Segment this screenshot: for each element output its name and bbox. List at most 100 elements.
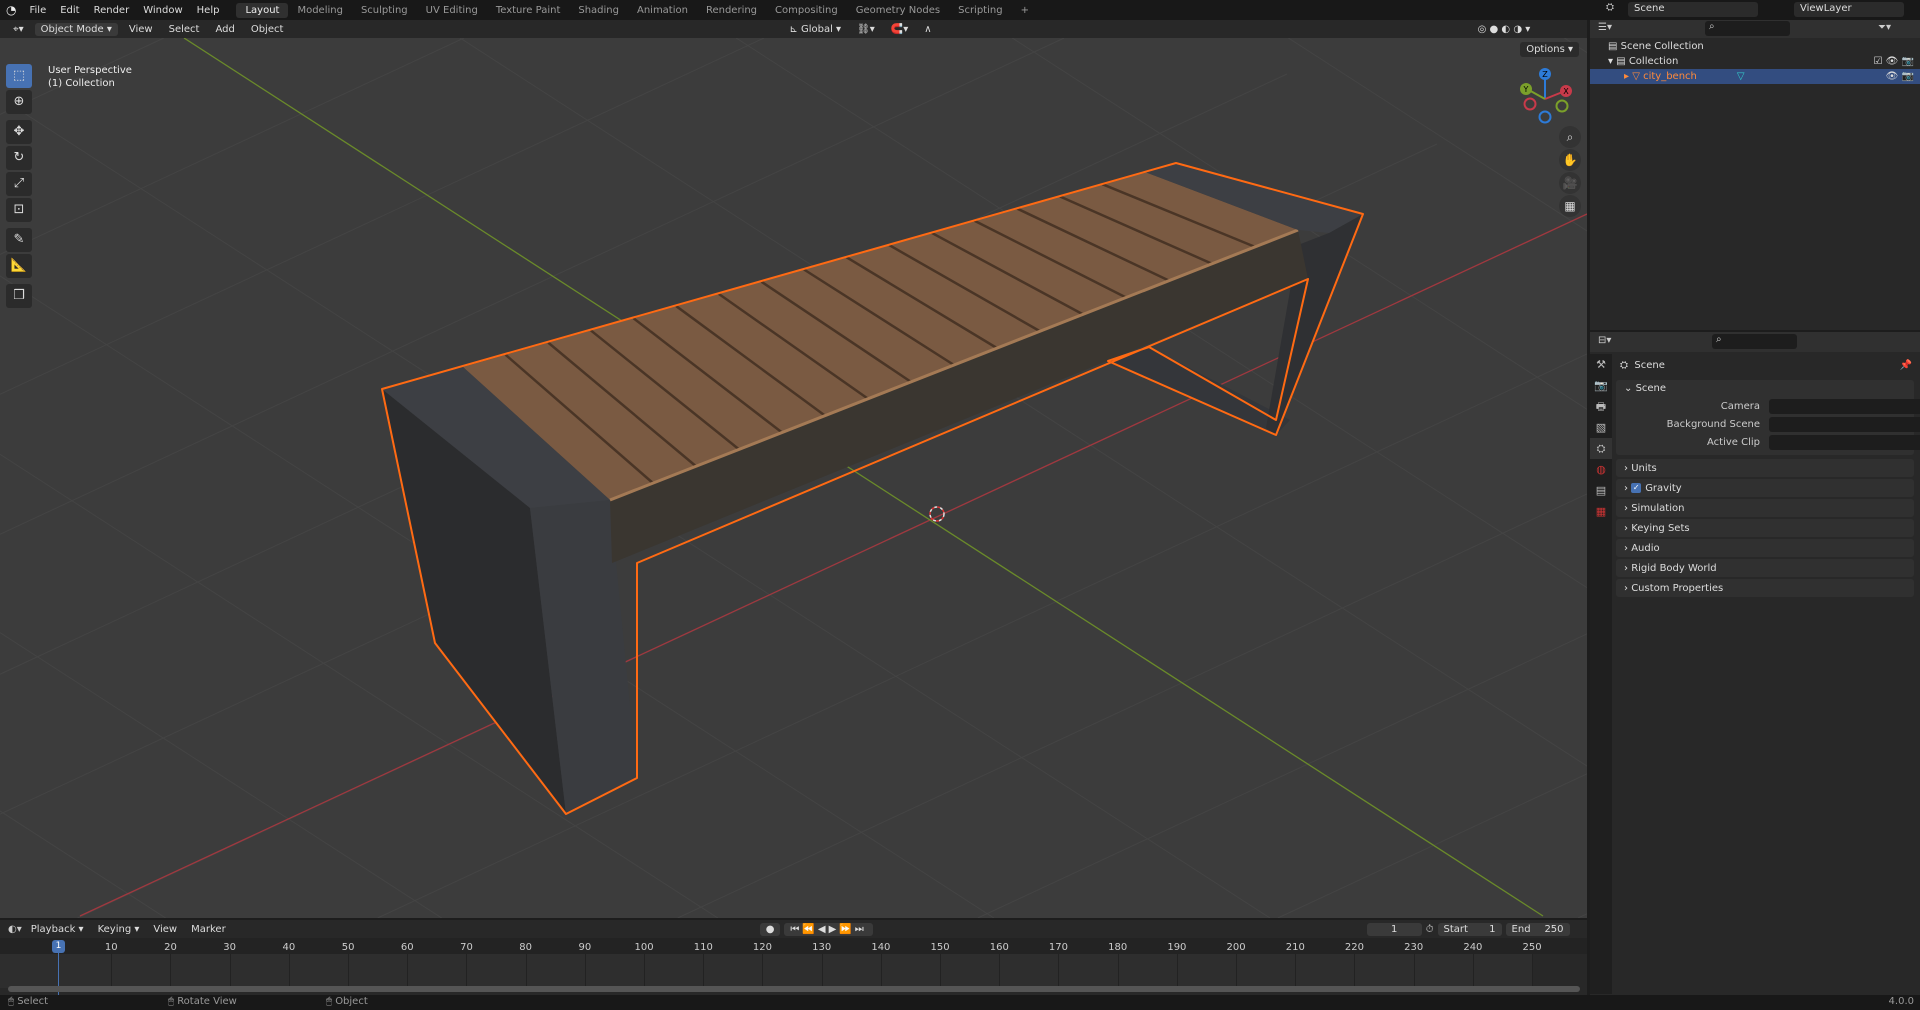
menu-render[interactable]: Render: [87, 5, 137, 16]
outliner-scene-collection[interactable]: ▤ Scene Collection: [1590, 39, 1920, 54]
end-frame-field[interactable]: End 250: [1505, 922, 1570, 936]
cursor-tool-icon[interactable]: ⊕: [6, 90, 32, 114]
transform-icon[interactable]: ⊡: [6, 198, 32, 222]
start-frame-field[interactable]: Start 1: [1437, 922, 1502, 936]
frame-gridline: [466, 954, 468, 988]
auto-keying-button[interactable]: ●: [759, 922, 781, 936]
zoom-icon[interactable]: ⌕: [1559, 126, 1581, 148]
menu-file[interactable]: File: [22, 5, 53, 16]
tab-uv-editing[interactable]: UV Editing: [417, 3, 487, 18]
outliner-collection[interactable]: ▾ ▤ Collection ☑ 👁 📷: [1590, 54, 1920, 69]
expand-icon[interactable]: ▾ ▤: [1608, 56, 1629, 67]
status-rotate: 🖱 Rotate View: [168, 996, 237, 1007]
panel-custom-properties[interactable]: › Custom Properties: [1616, 579, 1914, 597]
outliner-object-city-bench[interactable]: ▸ ▽ city_bench ▽ 👁 📷: [1590, 69, 1920, 84]
tab-shading[interactable]: Shading: [569, 3, 628, 18]
menu-playback[interactable]: Playback ▾: [26, 923, 89, 936]
filter-icon[interactable]: ⏷▾: [1878, 22, 1891, 33]
panel-rigid-body-world[interactable]: › Rigid Body World: [1616, 559, 1914, 577]
timeline-scrollbar[interactable]: [8, 986, 1580, 992]
menu-select[interactable]: Select: [164, 23, 205, 36]
proportional-icon[interactable]: ∧: [919, 23, 936, 36]
view-layer-tab-icon[interactable]: ▧: [1590, 417, 1612, 438]
frame-tick: 210: [1285, 942, 1305, 953]
menu-view[interactable]: View: [148, 923, 182, 936]
mode-dropdown[interactable]: Object Mode ▾: [34, 22, 118, 36]
navigation-gizmo[interactable]: Z X Y: [1515, 64, 1575, 124]
outliner-type-icon[interactable]: ☰▾: [1598, 22, 1612, 33]
add-cube-icon[interactable]: ❒: [6, 284, 32, 308]
stopwatch-icon[interactable]: ⏱: [1426, 924, 1434, 935]
playhead[interactable]: 1: [52, 940, 65, 953]
panel-simulation[interactable]: › Simulation: [1616, 499, 1914, 517]
tab-layout[interactable]: Layout: [236, 2, 289, 18]
pivot-icon[interactable]: ⛓▾: [852, 23, 880, 36]
menu-edit[interactable]: Edit: [53, 5, 86, 16]
outliner-search-icon[interactable]: ⌕: [1705, 21, 1790, 36]
properties-type-icon[interactable]: ⊟▾: [1598, 335, 1611, 346]
texture-tab-icon[interactable]: ▦: [1590, 501, 1612, 522]
blender-logo-icon[interactable]: ◔: [0, 3, 22, 17]
tab-sculpting[interactable]: Sculpting: [352, 3, 417, 18]
scene-tab-icon[interactable]: ⛭: [1590, 438, 1612, 459]
annotate-icon[interactable]: ✎: [6, 228, 32, 252]
orientation-dropdown[interactable]: ⊾ Global ▾: [784, 23, 846, 36]
menu-view[interactable]: View: [124, 23, 158, 36]
collection-tab-icon[interactable]: ▤: [1590, 480, 1612, 501]
pin-icon[interactable]: 📌: [1900, 360, 1912, 371]
shading-modes[interactable]: ◎ ● ◐ ◑ ▾: [1473, 23, 1536, 36]
background-scene-field[interactable]: [1769, 417, 1920, 432]
tool-tab-icon[interactable]: ⚒: [1590, 354, 1612, 375]
tab-modeling[interactable]: Modeling: [288, 3, 352, 18]
visibility-icons[interactable]: ☑ 👁 📷: [1874, 56, 1914, 67]
menu-add[interactable]: Add: [210, 23, 239, 36]
measure-icon[interactable]: 📐: [6, 254, 32, 278]
menu-help[interactable]: Help: [190, 5, 227, 16]
current-frame-field[interactable]: 1: [1366, 922, 1422, 936]
tab-compositing[interactable]: Compositing: [766, 3, 847, 18]
menu-window[interactable]: Window: [136, 5, 189, 16]
tab-geometry-nodes[interactable]: Geometry Nodes: [847, 3, 949, 18]
render-tab-icon[interactable]: 📷: [1590, 375, 1612, 396]
gravity-checkbox[interactable]: ✓: [1631, 483, 1642, 493]
add-workspace-button[interactable]: +: [1012, 3, 1038, 18]
timeline-editor-icon[interactable]: ◐▾: [8, 924, 22, 935]
scale-icon[interactable]: ⤢: [6, 172, 32, 196]
view-layer-selector[interactable]: ViewLayer: [1794, 2, 1904, 17]
scene-panel-header[interactable]: ⌄ Scene: [1624, 383, 1666, 394]
frame-gridline: [584, 954, 586, 988]
menu-keying[interactable]: Keying ▾: [93, 923, 145, 936]
move-icon[interactable]: ✥: [6, 120, 32, 144]
select-box-icon[interactable]: ⬚: [6, 64, 32, 88]
panel-gravity[interactable]: › ✓ Gravity: [1616, 479, 1914, 497]
panel-keying-sets[interactable]: › Keying Sets: [1616, 519, 1914, 537]
camera-field[interactable]: ✎: [1769, 399, 1920, 414]
timeline[interactable]: ◐▾ Playback ▾ Keying ▾ View Marker ● ⏮⏪◀…: [0, 918, 1587, 995]
options-dropdown[interactable]: Options ▾: [1520, 42, 1579, 57]
tab-rendering[interactable]: Rendering: [697, 3, 766, 18]
editor-type-icon[interactable]: ⌖▾: [8, 23, 29, 36]
perspective-grid-icon[interactable]: ▦: [1559, 195, 1581, 217]
active-clip-field[interactable]: [1769, 435, 1920, 450]
panel-units[interactable]: › Units: [1616, 459, 1914, 477]
tab-texture-paint[interactable]: Texture Paint: [487, 3, 570, 18]
scene-selector[interactable]: ⛭ Scene: [1606, 2, 1758, 17]
menu-marker[interactable]: Marker: [186, 923, 231, 936]
frame-gridline: [999, 954, 1001, 988]
world-tab-icon[interactable]: ◍: [1590, 459, 1612, 480]
3d-viewport[interactable]: User Perspective (1) Collection Options …: [0, 38, 1587, 918]
pan-hand-icon[interactable]: ✋: [1559, 149, 1581, 171]
playback-controls[interactable]: ⏮⏪◀▶⏩⏭: [784, 922, 873, 936]
object-visibility-icons[interactable]: 👁 📷: [1886, 71, 1914, 82]
menu-object[interactable]: Object: [246, 23, 289, 36]
tab-animation[interactable]: Animation: [628, 3, 697, 18]
snap-icon[interactable]: 🧲▾: [886, 23, 913, 36]
scene-canvas[interactable]: [0, 38, 1587, 918]
right-panels: ☰▾ ⌕ ⏷▾ ▤ Scene Collection ▾ ▤ Collectio…: [1590, 20, 1920, 995]
properties-search-icon[interactable]: ⌕: [1712, 334, 1797, 349]
tab-scripting[interactable]: Scripting: [949, 3, 1011, 18]
panel-audio[interactable]: › Audio: [1616, 539, 1914, 557]
rotate-icon[interactable]: ↻: [6, 146, 32, 170]
camera-view-icon[interactable]: 🎥: [1559, 172, 1581, 194]
output-tab-icon[interactable]: 🖶: [1590, 396, 1612, 417]
